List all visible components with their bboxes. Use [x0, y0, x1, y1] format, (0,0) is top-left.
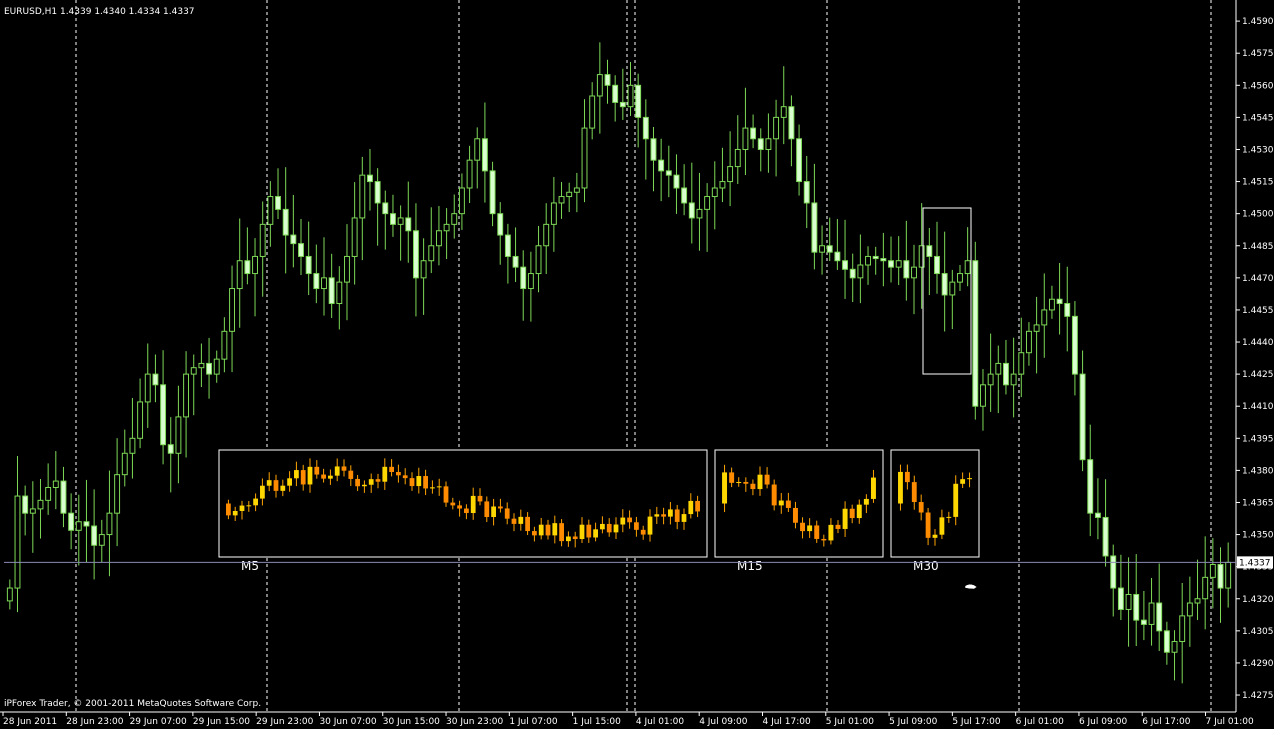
y-tick-label: 1.4410: [1242, 402, 1274, 412]
y-tick-label: 1.4560: [1242, 81, 1274, 91]
y-tick-label: 1.4365: [1242, 498, 1274, 508]
inset-m5: M5: [218, 449, 708, 573]
x-tick-label: 28 Jun 23:00: [66, 717, 123, 727]
x-tick-label: 29 Jun 07:00: [130, 717, 187, 727]
inset-m15: M15: [714, 449, 884, 573]
inset-m30: M30: [890, 449, 980, 573]
y-tick-label: 1.4590: [1242, 17, 1274, 27]
inset-label: M30: [913, 559, 939, 573]
x-tick-label: 5 Jul 01:00: [826, 717, 875, 727]
y-tick-label: 1.4350: [1242, 531, 1274, 541]
x-tick-label: 4 Jul 09:00: [699, 717, 748, 727]
x-tick-label: 6 Jul 17:00: [1142, 717, 1191, 727]
footer-copyright: iPForex Trader, © 2001-2011 MetaQuotes S…: [4, 699, 261, 709]
x-tick-label: 6 Jul 09:00: [1079, 717, 1128, 727]
y-tick-label: 1.4545: [1242, 113, 1274, 123]
x-tick-label: 29 Jun 15:00: [193, 717, 250, 727]
y-tick-label: 1.4380: [1242, 466, 1274, 476]
x-tick-label: 30 Jun 07:00: [319, 717, 376, 727]
x-tick-label: 1 Jul 15:00: [573, 717, 622, 727]
y-tick-label: 1.4275: [1242, 691, 1274, 701]
y-tick-label: 1.4320: [1242, 595, 1274, 605]
x-tick-label: 4 Jul 17:00: [762, 717, 811, 727]
x-tick-label: 1 Jul 07:00: [509, 717, 558, 727]
y-tick-label: 1.4500: [1242, 210, 1274, 220]
y-tick-label: 1.4455: [1242, 306, 1274, 316]
x-tick-label: 29 Jun 23:00: [256, 717, 313, 727]
y-tick-label: 1.4395: [1242, 434, 1274, 444]
y-tick-label: 1.4530: [1242, 145, 1274, 155]
x-tick-label: 28 Jun 2011: [3, 717, 57, 727]
inset-frame: [714, 449, 884, 558]
chart-header: EURUSD,H1 1.4339 1.4340 1.4334 1.4337: [4, 7, 195, 17]
y-tick-label: 1.4515: [1242, 178, 1274, 188]
y-tick-label: 1.4575: [1242, 49, 1274, 59]
y-tick-label: 1.4440: [1242, 338, 1274, 348]
price-chart[interactable]: M5 M15 M30 1.4590 1.4575 1.4560 1.4545 1.4530 1…: [0, 0, 1274, 729]
x-tick-label: 4 Jul 01:00: [636, 717, 685, 727]
x-tick-label: 5 Jul 09:00: [889, 717, 938, 727]
inset-frame: [218, 449, 708, 558]
y-tick-label: 1.4305: [1242, 627, 1274, 637]
current-price-label: 1.4337: [1239, 558, 1271, 568]
x-tick-label: 7 Jul 01:00: [1206, 717, 1255, 727]
x-tick-label: 6 Jul 01:00: [1016, 717, 1065, 727]
timeframe-insets: M5 M15 M30: [218, 449, 980, 573]
x-tick-label: 5 Jul 17:00: [952, 717, 1001, 727]
y-tick-label: 1.4485: [1242, 242, 1274, 252]
inset-label: M5: [241, 559, 259, 573]
y-tick-label: 1.4290: [1242, 659, 1274, 669]
x-tick-label: 30 Jun 23:00: [446, 717, 503, 727]
x-tick-label: 30 Jun 15:00: [383, 717, 440, 727]
y-tick-label: 1.4425: [1242, 370, 1274, 380]
inset-label: M15: [737, 559, 763, 573]
candle: [972, 241, 979, 420]
y-tick-label: 1.4470: [1242, 274, 1274, 284]
